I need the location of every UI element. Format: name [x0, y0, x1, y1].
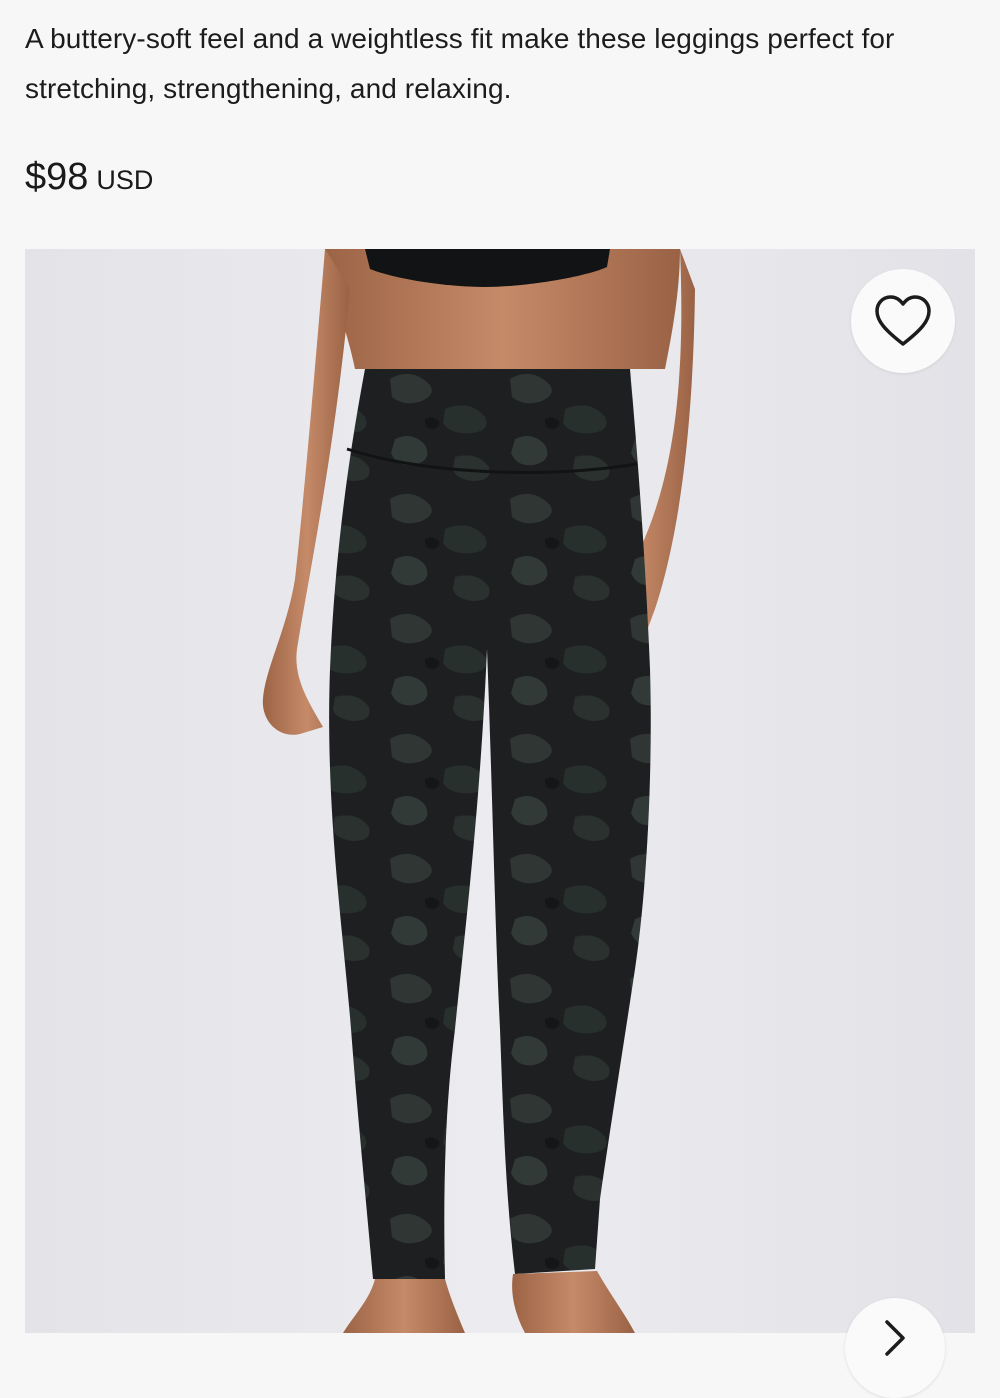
product-description: A buttery-soft feel and a weightless fit… — [25, 23, 895, 104]
favorite-button[interactable] — [851, 269, 955, 373]
heart-outline-icon — [875, 295, 931, 346]
price-row: $98 USD — [25, 156, 153, 199]
product-image[interactable] — [25, 249, 975, 1333]
next-image-button[interactable] — [845, 1298, 945, 1398]
product-photo-illustration — [25, 249, 975, 1333]
price-currency: USD — [96, 165, 154, 195]
product-price: $98 — [25, 156, 89, 198]
chevron-right-icon — [885, 1320, 905, 1356]
